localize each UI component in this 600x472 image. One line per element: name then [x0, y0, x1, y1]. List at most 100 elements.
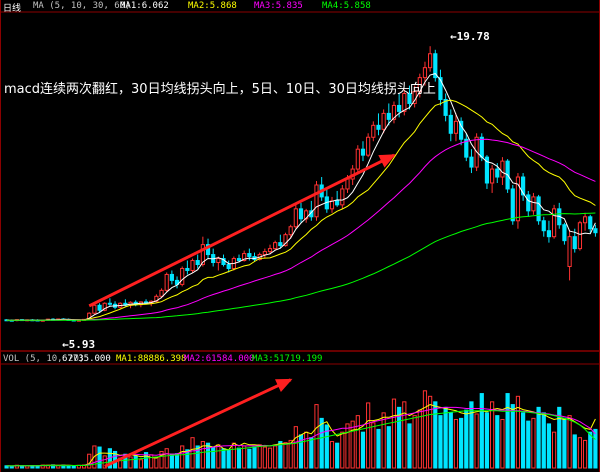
volume-bar [304, 431, 309, 469]
volume-bar [293, 426, 298, 469]
candle-body [97, 304, 102, 311]
volume-bar [551, 431, 557, 469]
candle-body [216, 258, 221, 264]
volume-bar [345, 423, 350, 469]
volume-bar [205, 442, 211, 469]
low-price-label: ←5.93 [62, 338, 95, 351]
volume-bar [180, 445, 185, 469]
candle-body [298, 208, 304, 220]
candle-body [490, 168, 495, 184]
volume-bar [236, 447, 242, 469]
candle-body [340, 188, 345, 206]
vol-ma2-readout: MA2:61584.000 [184, 354, 254, 364]
volume-bar [128, 456, 133, 469]
ma4-readout-label: MA4: [322, 1, 344, 11]
candle-body [288, 226, 293, 236]
high-arrow-glyph: ← [450, 30, 457, 43]
candle-body [453, 120, 459, 134]
volume-bar [510, 404, 515, 469]
volume-bar [541, 412, 546, 469]
candle-body [582, 216, 588, 224]
volume-bar [231, 442, 236, 469]
candle-body [577, 222, 583, 250]
volume-bar [495, 415, 500, 469]
candle-body [572, 236, 577, 250]
candle-body [546, 230, 552, 238]
volume-bar [531, 417, 536, 469]
volume-bar [593, 428, 598, 469]
volume-bar [521, 412, 526, 469]
period-label[interactable]: 日线 [3, 1, 21, 14]
volume-bar [484, 412, 490, 469]
vol-ma3-value: 51719.199 [273, 354, 323, 364]
volume-bar [536, 406, 541, 469]
candle-body [329, 200, 335, 210]
ma4-readout-value: 5.858 [343, 1, 371, 11]
vol-ma3-readout: MA3:51719.199 [252, 354, 322, 364]
volume-bar [588, 431, 593, 469]
candle-body [92, 304, 97, 314]
candle-body [541, 220, 546, 232]
ma1-readout-value: 6.062 [141, 1, 169, 11]
volume-bar [252, 446, 257, 469]
candle-body [479, 136, 484, 158]
volume-bar [211, 446, 216, 469]
candle-body [397, 104, 402, 112]
candle-body [376, 124, 381, 130]
candle-body [588, 216, 593, 230]
volume-bar [366, 402, 371, 469]
candle-body [273, 242, 278, 250]
volume-bar [71, 465, 76, 469]
volume-bar [438, 415, 443, 469]
volume-bar [154, 456, 159, 469]
high-price-value: 19.78 [456, 30, 490, 43]
candle-body [551, 208, 557, 238]
volume-bar [412, 415, 417, 469]
candle-body [469, 156, 474, 168]
volume-bar [562, 417, 567, 469]
volume-bar [371, 422, 376, 469]
volume-bar [267, 447, 273, 469]
volume-bar [464, 409, 469, 469]
candle-body [567, 236, 572, 267]
volume-bar [376, 428, 381, 469]
candle-body [159, 289, 164, 297]
candle-body [366, 136, 371, 156]
vol-ma1-readout: MA1:88886.398 [116, 354, 186, 364]
volume-bar [417, 409, 422, 469]
candle-body [236, 258, 242, 262]
candle-body [262, 251, 267, 256]
volume-bar [242, 445, 247, 469]
candle-body [195, 260, 200, 266]
volume-bar [422, 390, 428, 469]
candle-body [355, 148, 360, 170]
volume-bar [340, 431, 345, 469]
candle-body [381, 112, 386, 130]
volume-bar [288, 439, 293, 469]
volume-bar [474, 413, 479, 469]
volume-bar [190, 437, 195, 469]
vol-ma3-label: MA3: [252, 354, 274, 364]
volume-bar [319, 417, 324, 469]
candle-body [335, 200, 340, 206]
candle-body [371, 124, 376, 138]
volume-bar [97, 446, 102, 469]
candle-body [345, 178, 350, 190]
candle-body [293, 208, 298, 228]
candle-body [190, 260, 195, 271]
volume-bar [500, 418, 505, 469]
volume-bar [582, 439, 588, 469]
volume-bar [526, 420, 531, 469]
candle-body [562, 224, 567, 242]
volume-bar [402, 401, 407, 469]
ma-indicator-label: MA (5, 10, 30, 60) [33, 1, 131, 11]
volume-bar [309, 437, 314, 469]
volume-bar [247, 448, 252, 469]
volume-bar [25, 465, 30, 469]
volume-bar [216, 444, 221, 469]
candle-body [531, 196, 536, 212]
ma1-readout-label: MA1: [120, 1, 142, 11]
price-ma-line-1 [6, 73, 596, 321]
high-price-label: ←19.78 [450, 30, 490, 43]
candle-body [164, 273, 169, 291]
